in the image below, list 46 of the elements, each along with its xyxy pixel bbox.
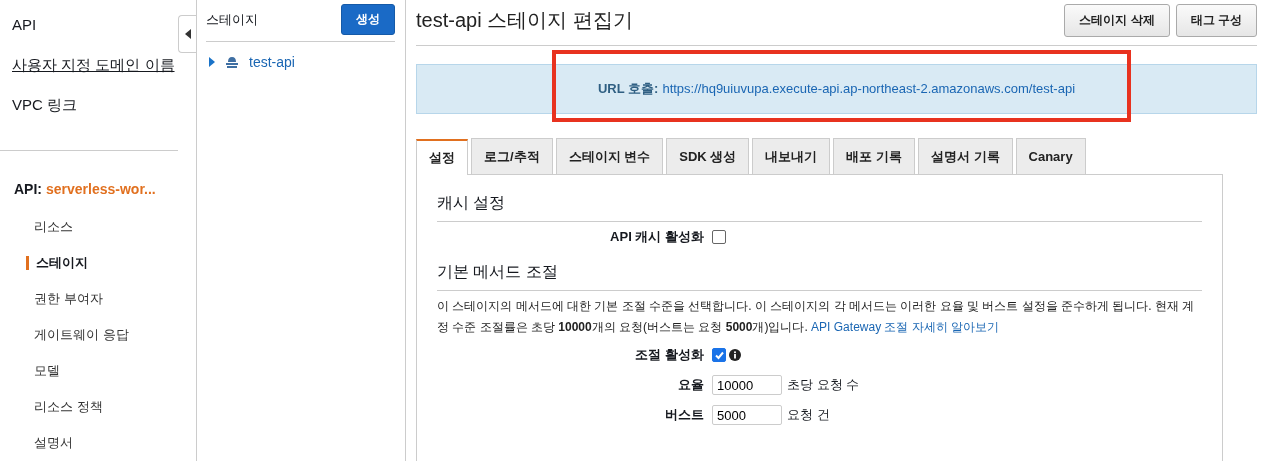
nav-item[interactable]: 권한 부여자 — [0, 281, 178, 317]
url-label: URL 호출: — [597, 81, 659, 96]
field-label: API 캐시 활성화 — [609, 228, 705, 246]
checkbox[interactable] — [712, 230, 726, 244]
action-button[interactable]: 스테이지 삭제 — [1064, 4, 1170, 37]
unit-label: 요청 건 — [787, 406, 830, 424]
checkbox[interactable] — [712, 348, 726, 362]
create-button[interactable]: 생성 — [341, 4, 395, 35]
stage-icon — [225, 56, 239, 68]
page-title: test-api 스테이지 편집기 — [416, 8, 633, 33]
nav-link[interactable]: API — [0, 12, 178, 52]
invoke-url-link[interactable]: https://hq9uiuvupa.execute-api.ap-northeast-2.amazonaws.com/test-api — [662, 81, 1076, 96]
tab[interactable]: 스테이지 변수 — [555, 138, 664, 174]
action-button[interactable]: 태그 구성 — [1175, 4, 1257, 37]
tab[interactable]: 내보내기 — [752, 138, 831, 174]
tab[interactable]: Canary — [1015, 138, 1086, 174]
panel-title: 스테이지 — [206, 10, 258, 29]
learn-more-link[interactable]: API Gateway 조절 자세히 알아보기 — [811, 320, 1000, 334]
nav-link[interactable]: VPC 링크 — [0, 92, 178, 132]
tab[interactable]: 로그/추적 — [471, 138, 553, 174]
info-icon[interactable] — [729, 349, 741, 361]
input-field[interactable]: 5000 — [712, 405, 782, 425]
stage-link[interactable]: test-api — [249, 54, 295, 70]
nav-item[interactable]: 게이트웨이 응답 — [0, 317, 178, 353]
nav-item[interactable]: 리소스 정책 — [0, 389, 178, 425]
section-heading: 기본 메서드 조절 — [437, 262, 1202, 291]
field-label: 요율 — [677, 376, 705, 394]
tab[interactable]: 설정 — [416, 139, 468, 175]
caret-icon[interactable] — [209, 57, 215, 67]
field-label: 조절 활성화 — [634, 346, 705, 364]
nav-item[interactable]: 설명서 — [0, 425, 178, 461]
nav-item[interactable]: 스테이지 — [0, 245, 178, 281]
nav-link[interactable]: 사용자 지정 도메인 이름 — [0, 52, 178, 92]
unit-label: 초당 요청 수 — [787, 376, 860, 394]
field-label: 버스트 — [664, 406, 705, 424]
tab[interactable]: 배포 기록 — [833, 138, 915, 174]
description-text: 이 스테이지의 메서드에 대한 기본 조절 수준을 선택합니다. 이 스테이지의 각 메서드는 이러한 요율 및 버스트 설정을 준수하게 됩니다. 현재 계정 수준 조절률은 초당 10000개의 요청(버스트는 요청 5000개)입니다. API Gateway 조절 자세히 알아보기 — [437, 298, 1196, 336]
tab[interactable]: SDK 생성 — [666, 138, 750, 174]
input-field[interactable]: 10000 — [712, 375, 782, 395]
caret-left-icon — [184, 29, 191, 39]
section-heading: 캐시 설정 — [437, 193, 1202, 222]
collapse-tab[interactable] — [178, 15, 196, 53]
api-label: API: — [14, 181, 42, 197]
tab[interactable]: 설명서 기록 — [917, 138, 1013, 174]
nav-item[interactable]: 모델 — [0, 353, 178, 389]
nav-item[interactable]: 리소스 — [0, 209, 178, 245]
